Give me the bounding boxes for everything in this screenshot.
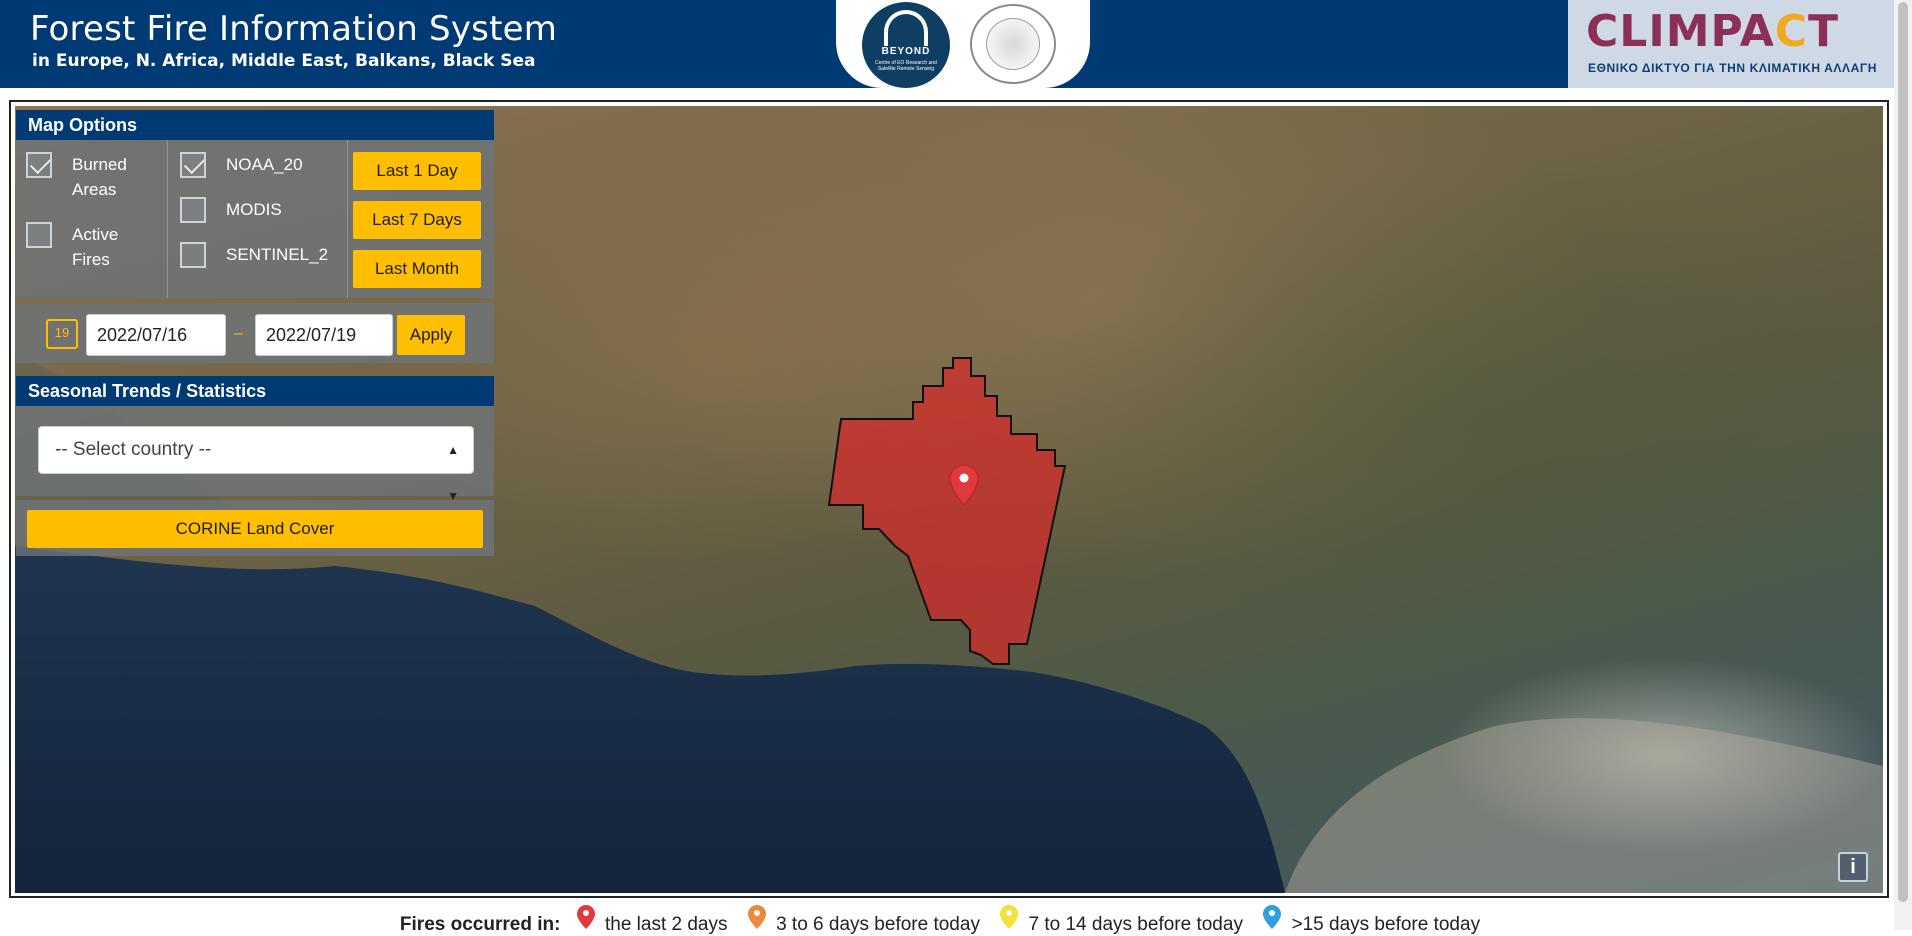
noaa20-checkbox[interactable] [180,152,206,178]
legend-title: Fires occurred in: [399,913,561,935]
sentinel2-label: SENTINEL_2 [226,245,329,264]
burned-areas-label: Burned Areas [72,152,127,202]
country-select-value: -- Select country -- [55,439,212,460]
seasonal-trends-panel: Seasonal Trends / Statistics -- Select c… [16,376,494,503]
last-1-day-button[interactable]: Last 1 Day [353,152,481,190]
active-fires-label: Active Fires [72,222,118,272]
blue-pin-icon [1263,905,1282,929]
partner-logos: BEYOND Centre of EO Research and Satelli… [836,0,1090,88]
date-separator: – [234,325,243,342]
yellow-pin-icon [1000,905,1019,929]
corine-panel: CORINE Land Cover [16,500,494,556]
noaa20-option[interactable]: NOAA_20 [180,152,344,180]
modis-option[interactable]: MODIS [180,197,344,225]
map-options-panel: Map Options Burned Areas Active Fires NOAA… [16,110,494,298]
burned-areas-checkbox[interactable] [26,152,52,178]
site-header: Forest Fire Information System in Europe… [0,0,1894,88]
climpact-word-part: CLIMPA [1586,6,1775,57]
country-select[interactable]: -- Select country -- ▲ ▼ [38,426,474,503]
end-date-input[interactable] [255,314,393,356]
climpact-wordmark: CLIMPACT [1586,6,1839,58]
page-scrollbar[interactable] [1894,0,1912,930]
calendar-icon[interactable]: 19 [46,319,78,349]
last-month-button[interactable]: Last Month [353,250,481,288]
modis-label: MODIS [226,200,282,219]
label-line: Active [72,225,119,244]
red-pin-icon [576,905,595,929]
page-scrollbar-thumb[interactable] [1898,2,1908,902]
label-line: Areas [72,180,117,199]
site-subtitle: in Europe, N. Africa, Middle East, Balka… [32,51,536,71]
seasonal-trends-title: Seasonal Trends / Statistics [16,376,494,406]
beyond-ring-icon [884,10,928,46]
map-options-title: Map Options [16,110,494,140]
beyond-logo-subtext: Centre of EO Research and Satellite Remo… [875,60,937,72]
beyond-logo[interactable]: BEYOND Centre of EO Research and Satelli… [862,2,950,88]
climpact-tagline: ΕΘΝΙΚΟ ΔΙΚΤΥΟ ΓΙΑ ΤΗΝ ΚΛΙΜΑΤΙΚΗ ΑΛΛΑΓΗ [1588,61,1877,75]
modis-checkbox[interactable] [180,197,206,223]
legend-item-over-15-days: >15 days before today [1291,913,1481,935]
noa-seal-logo[interactable] [970,4,1056,84]
active-fires-checkbox[interactable] [26,222,52,248]
noaa20-label: NOAA_20 [226,155,303,174]
climpact-word-part: C [1774,6,1809,57]
noa-seal-emblem-icon [986,18,1040,70]
date-range-panel: 19 – Apply [16,303,494,363]
legend-item-3-to-6-days: 3 to 6 days before today [776,913,980,935]
sensor-options: NOAA_20 MODIS SENTINEL_2 [168,140,348,298]
last-7-days-button[interactable]: Last 7 Days [353,201,481,239]
corine-land-cover-button[interactable]: CORINE Land Cover [27,510,483,548]
info-icon[interactable]: i [1838,852,1868,882]
active-fires-option[interactable]: Active Fires [26,222,164,278]
fire-legend: Fires occurred in: the last 2 days 3 to … [0,904,1894,935]
sentinel2-option[interactable]: SENTINEL_2 [180,242,344,270]
orange-pin-icon [747,905,766,929]
climpact-word-part: T [1808,6,1840,57]
start-date-input[interactable] [86,314,226,356]
legend-item-7-to-14-days: 7 to 14 days before today [1028,913,1243,935]
beyond-logo-text: BEYOND [881,46,931,57]
climpact-logo[interactable]: CLIMPACT ΕΘΝΙΚΟ ΔΙΚΤΥΟ ΓΙΑ ΤΗΝ ΚΛΙΜΑΤΙΚΗ… [1568,0,1894,88]
layer-options: Burned Areas Active Fires [16,140,168,298]
sentinel2-checkbox[interactable] [180,242,206,268]
legend-item-last-2-days: the last 2 days [604,913,728,935]
map-pin-icon[interactable] [949,464,979,506]
site-title: Forest Fire Information System [30,9,558,49]
label-line: Burned [72,155,127,174]
apply-button[interactable]: Apply [397,315,465,355]
label-line: Fires [72,250,110,269]
burned-areas-option[interactable]: Burned Areas [26,152,164,208]
